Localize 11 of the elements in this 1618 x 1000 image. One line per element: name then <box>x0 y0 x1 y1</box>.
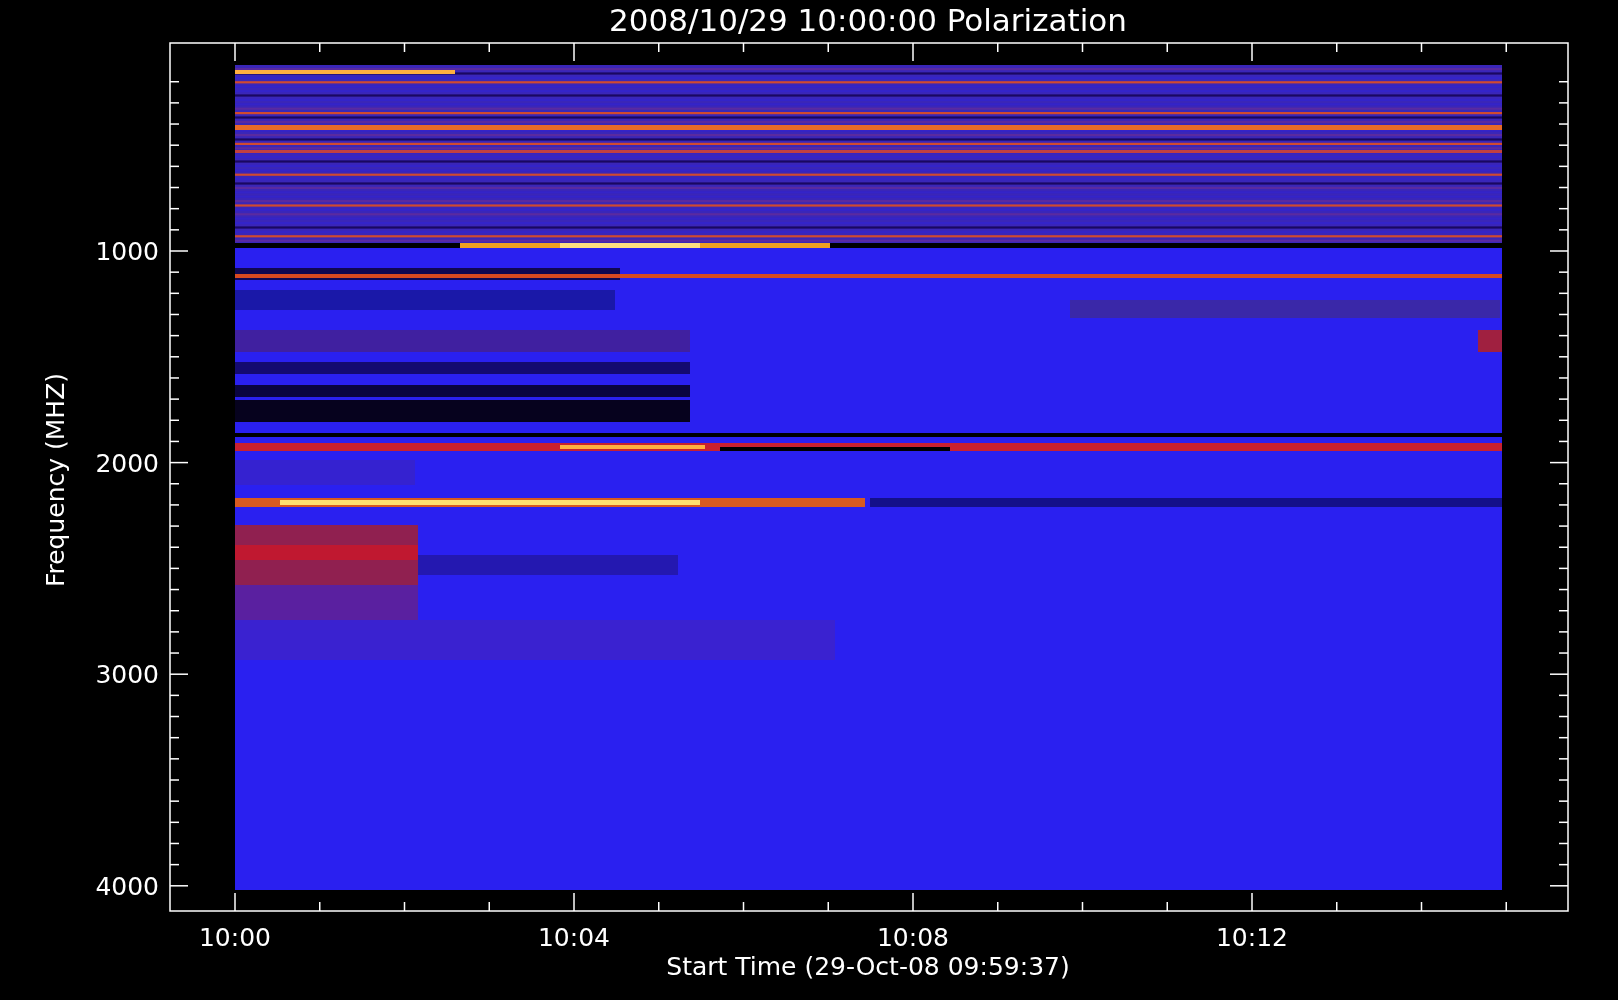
y-axis-label: Frequency (MHZ) <box>41 372 70 588</box>
y-tick-label: 1000 <box>95 237 159 266</box>
x-tick-label: 10:04 <box>538 923 610 952</box>
y-tick-label: 3000 <box>95 660 159 690</box>
x-tick-label: 10:00 <box>199 923 271 952</box>
x-tick-label: 10:12 <box>1216 923 1288 952</box>
y-tick-label: 2000 <box>95 448 159 478</box>
y-tick-label: 4000 <box>95 871 159 901</box>
x-tick-label: 10:08 <box>877 923 949 952</box>
chart-title: 2008/10/29 10:00:00 Polarization <box>609 2 1127 38</box>
x-axis-label: Start Time (29-Oct-08 09:59:37) <box>666 952 1070 981</box>
